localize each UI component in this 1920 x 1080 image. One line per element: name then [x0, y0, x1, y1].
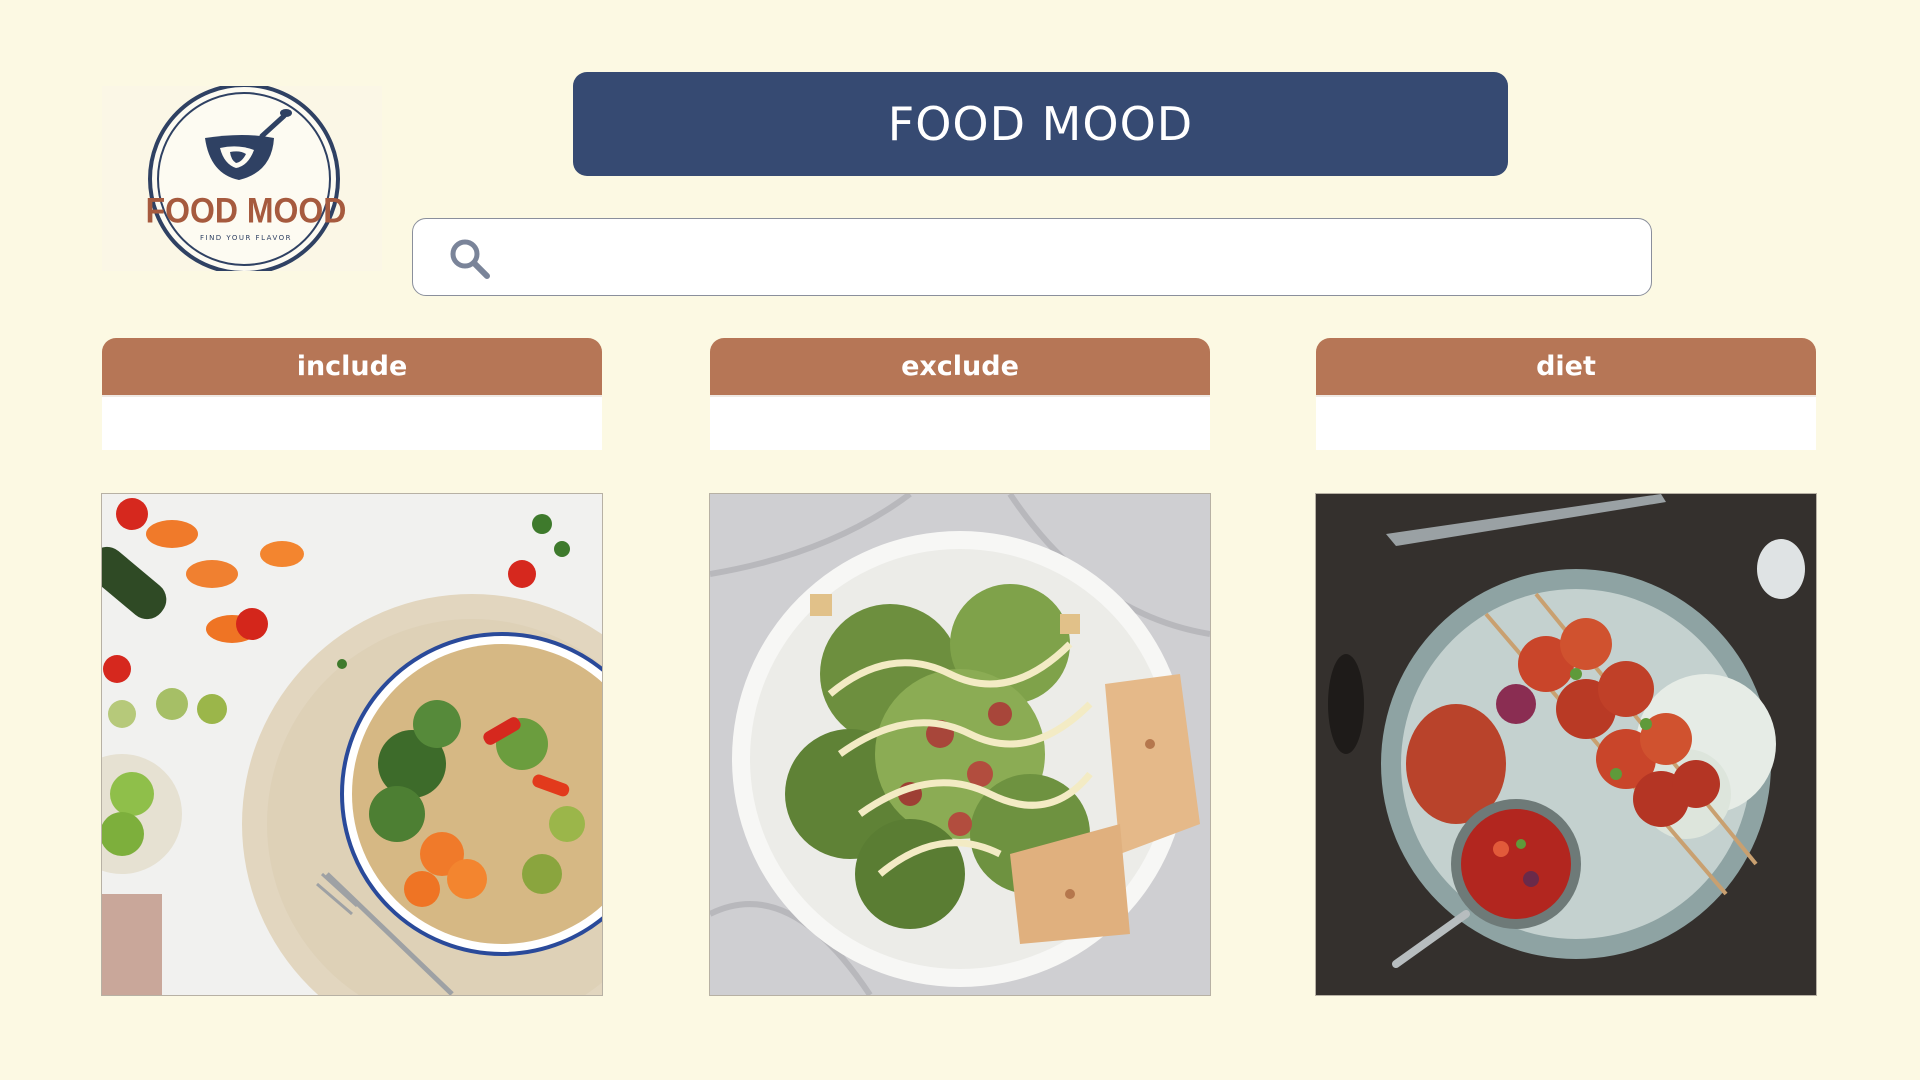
- search-bar[interactable]: [412, 218, 1652, 296]
- app-title: FOOD MOOD: [887, 97, 1194, 151]
- filter-diet-header: diet: [1316, 338, 1816, 395]
- include-input[interactable]: [102, 397, 602, 450]
- filter-diet: diet: [1316, 338, 1816, 450]
- filter-exclude-header: exclude: [710, 338, 1210, 395]
- search-input[interactable]: [513, 233, 1617, 283]
- filter-include: include: [102, 338, 602, 450]
- exclude-input[interactable]: [710, 397, 1210, 450]
- search-icon[interactable]: [447, 236, 493, 282]
- filter-include-field[interactable]: [102, 395, 602, 450]
- logo-brand-text: FOOD MOOD: [146, 192, 347, 231]
- food-mood-logo: FOOD MOOD FIND YOUR FLAVOR: [102, 86, 382, 271]
- filter-diet-field[interactable]: [1316, 395, 1816, 450]
- filter-include-header: include: [102, 338, 602, 395]
- logo-tagline: FIND YOUR FLAVOR: [200, 234, 292, 242]
- filter-exclude: exclude: [710, 338, 1210, 450]
- food-mood-page: FOOD MOOD FIND YOUR FLAVOR FOOD MOOD inc…: [0, 0, 1920, 1080]
- filter-exclude-field[interactable]: [710, 395, 1210, 450]
- diet-input[interactable]: [1316, 397, 1816, 450]
- grilled-skewers-plate-photo[interactable]: [1315, 493, 1817, 996]
- app-title-banner: FOOD MOOD: [573, 72, 1508, 176]
- vegetable-grain-bowl-photo[interactable]: [101, 493, 603, 996]
- caesar-salad-plate-photo[interactable]: [709, 493, 1211, 996]
